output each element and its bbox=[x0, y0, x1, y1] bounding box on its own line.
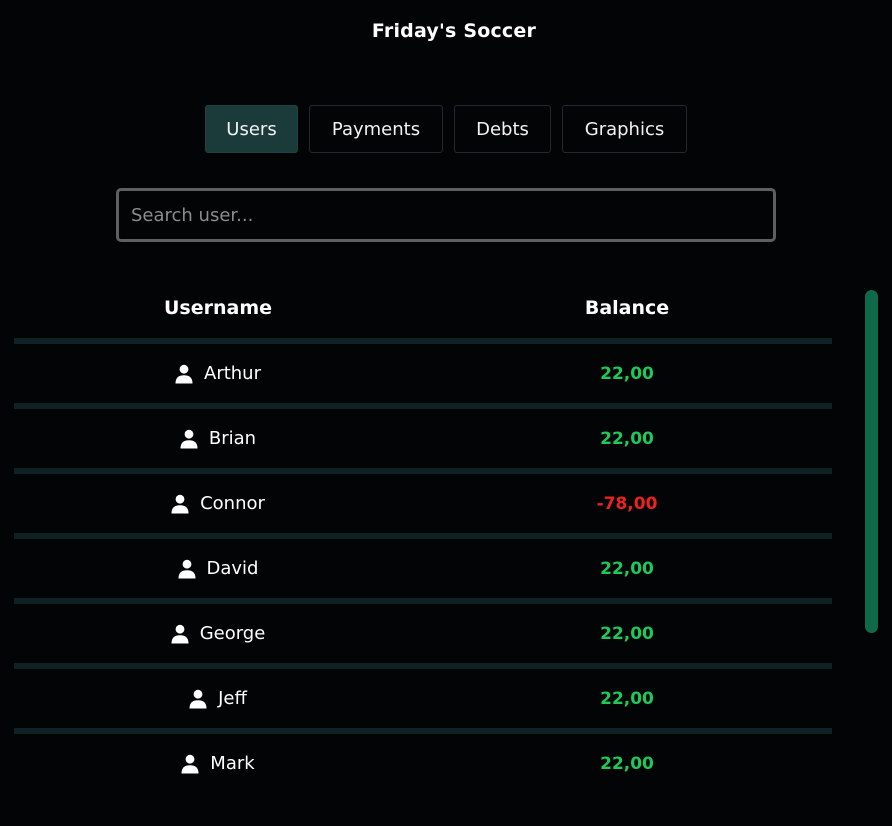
table-row[interactable]: George 22,00 bbox=[14, 598, 832, 663]
balance-value: 22,00 bbox=[600, 558, 654, 579]
column-header-balance[interactable]: Balance bbox=[422, 297, 832, 319]
user-icon bbox=[175, 364, 193, 384]
username-label: Jeff bbox=[218, 688, 247, 709]
user-icon bbox=[178, 559, 196, 579]
username-cell: George bbox=[14, 623, 422, 644]
users-table: Username Balance Arthur 22,00 Brian 22,00 Co… bbox=[14, 278, 832, 793]
table-row[interactable]: David 22,00 bbox=[14, 533, 832, 598]
balance-value: 22,00 bbox=[600, 363, 654, 384]
table-row[interactable]: Brian 22,00 bbox=[14, 403, 832, 468]
username-label: David bbox=[206, 558, 259, 579]
user-icon bbox=[171, 494, 189, 514]
username-label: Mark bbox=[210, 753, 255, 774]
tab-bar: Users Payments Debts Graphics bbox=[0, 105, 892, 155]
table-body: Arthur 22,00 Brian 22,00 Connor -78,00 David 22… bbox=[14, 338, 832, 793]
table-row[interactable]: Arthur 22,00 bbox=[14, 338, 832, 403]
username-cell: Mark bbox=[14, 753, 422, 774]
app-window: Friday's Soccer Users Payments Debts Gra… bbox=[0, 0, 892, 826]
page-title: Friday's Soccer bbox=[371, 20, 537, 42]
username-label: George bbox=[199, 623, 266, 644]
username-cell: David bbox=[14, 558, 422, 579]
username-cell: Brian bbox=[14, 428, 422, 449]
table-row[interactable]: Mark 22,00 bbox=[14, 728, 832, 793]
tab-payments[interactable]: Payments bbox=[309, 105, 443, 153]
username-label: Connor bbox=[200, 493, 265, 514]
column-header-username[interactable]: Username bbox=[14, 297, 422, 319]
username-label: Arthur bbox=[204, 363, 261, 384]
balance-value: 22,00 bbox=[600, 428, 654, 449]
balance-value: 22,00 bbox=[600, 688, 654, 709]
user-icon bbox=[171, 624, 189, 644]
username-cell: Connor bbox=[14, 493, 422, 514]
balance-value: 22,00 bbox=[600, 623, 654, 644]
scrollbar-thumb[interactable] bbox=[865, 290, 878, 633]
tab-debts[interactable]: Debts bbox=[454, 105, 551, 153]
user-icon bbox=[180, 429, 198, 449]
table-header: Username Balance bbox=[14, 278, 832, 338]
balance-value: -78,00 bbox=[596, 493, 658, 514]
tab-graphics[interactable]: Graphics bbox=[562, 105, 687, 153]
balance-value: 22,00 bbox=[600, 753, 654, 774]
tab-users[interactable]: Users bbox=[205, 105, 298, 153]
table-row[interactable]: Jeff 22,00 bbox=[14, 663, 832, 728]
table-row[interactable]: Connor -78,00 bbox=[14, 468, 832, 533]
username-cell: Jeff bbox=[14, 688, 422, 709]
username-label: Brian bbox=[208, 428, 257, 449]
user-icon bbox=[189, 689, 207, 709]
search-input[interactable] bbox=[116, 188, 776, 242]
username-cell: Arthur bbox=[14, 363, 422, 384]
user-icon bbox=[181, 754, 199, 774]
